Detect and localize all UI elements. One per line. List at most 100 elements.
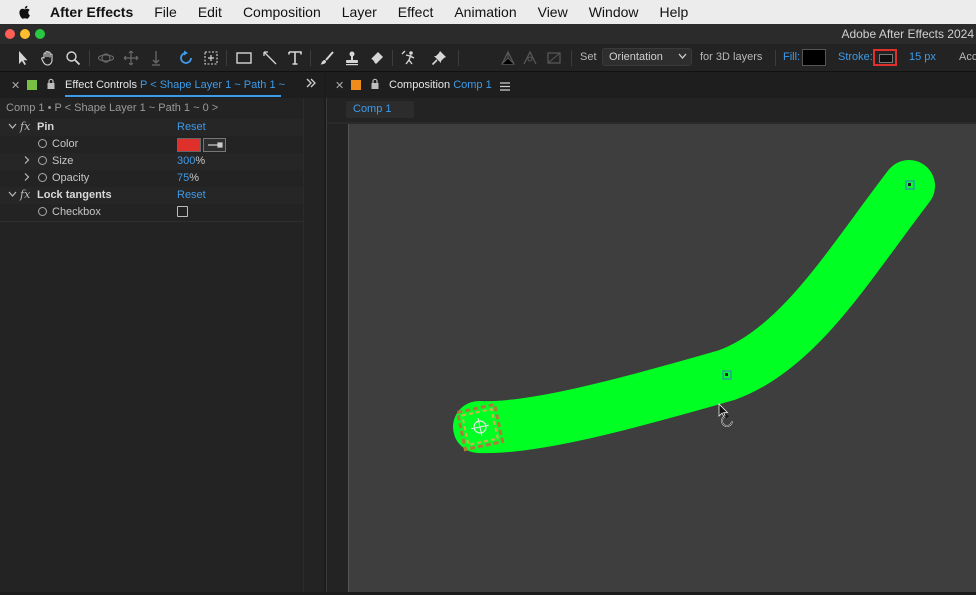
reset-link[interactable]: Reset bbox=[177, 189, 206, 201]
menu-effect[interactable]: Effect bbox=[398, 4, 434, 20]
menu-file[interactable]: File bbox=[154, 4, 177, 20]
lock-icon[interactable] bbox=[46, 78, 56, 93]
zoom-window-button[interactable] bbox=[35, 29, 45, 39]
puppet-pin-tool-icon[interactable] bbox=[428, 47, 450, 69]
fx-icon[interactable]: fx bbox=[20, 188, 30, 201]
hand-tool-icon[interactable] bbox=[37, 47, 59, 69]
panel-scroll-divider bbox=[303, 98, 304, 592]
puppet-overlap-tool-icon[interactable] bbox=[543, 47, 565, 69]
orientation-select[interactable]: Orientation bbox=[602, 48, 692, 66]
window-title: Adobe After Effects 2024 bbox=[841, 27, 974, 41]
checkbox-input[interactable] bbox=[177, 206, 188, 217]
composition-canvas[interactable] bbox=[349, 124, 976, 592]
menu-layer[interactable]: Layer bbox=[342, 4, 377, 20]
menu-view[interactable]: View bbox=[538, 4, 568, 20]
hamburger-menu-icon[interactable] bbox=[500, 80, 510, 94]
for-3d-layers-label: for 3D layers bbox=[700, 51, 763, 63]
chevron-down-icon[interactable] bbox=[8, 120, 17, 135]
set-label: Set bbox=[580, 51, 597, 63]
prop-row-size: Size 300% bbox=[0, 153, 303, 170]
effect-controls-panel: ✕ Effect Controls P < Shape Layer 1 ~ Pa… bbox=[0, 72, 324, 592]
panel-color-label-icon bbox=[27, 80, 37, 90]
fx-icon[interactable]: fx bbox=[20, 120, 30, 133]
zoom-tool-icon[interactable] bbox=[62, 47, 84, 69]
effect-row-lock-tangents[interactable]: fx Lock tangents Reset bbox=[0, 187, 303, 204]
prop-name: Color bbox=[52, 138, 79, 150]
rotation-tool-icon[interactable] bbox=[175, 47, 197, 69]
puppet-starch-tool-icon[interactable] bbox=[497, 47, 519, 69]
prop-name: Checkbox bbox=[52, 206, 101, 218]
type-tool-icon[interactable] bbox=[284, 47, 306, 69]
mac-menubar: After Effects File Edit Composition Laye… bbox=[0, 0, 976, 24]
apple-logo-icon[interactable] bbox=[18, 4, 36, 20]
effect-controls-tab[interactable]: Effect Controls P < Shape Layer 1 ~ Path… bbox=[65, 79, 285, 91]
comp-viewer-subtab[interactable]: Comp 1 bbox=[346, 101, 414, 118]
reset-link[interactable]: Reset bbox=[177, 121, 206, 133]
path-vertex-handle-dot bbox=[725, 373, 728, 376]
effect-controls-tab-target: P < Shape Layer 1 ~ Path 1 ~ bbox=[140, 79, 286, 91]
orientation-select-value: Orientation bbox=[609, 51, 663, 63]
shape-layer-stroke[interactable] bbox=[453, 160, 935, 454]
effect-name: Lock tangents bbox=[37, 189, 112, 201]
stroke-swatch[interactable] bbox=[873, 49, 897, 66]
window-titlebar: Adobe After Effects 2024 bbox=[0, 24, 976, 45]
composition-tab[interactable]: Composition Comp 1 bbox=[389, 79, 492, 91]
effect-row-pin[interactable]: fx Pin Reset bbox=[0, 119, 303, 136]
fill-label[interactable]: Fill: bbox=[783, 51, 800, 63]
toolbar-separator bbox=[571, 50, 572, 66]
stopwatch-icon[interactable] bbox=[38, 139, 47, 148]
opacity-value[interactable]: 75% bbox=[177, 172, 199, 184]
stroke-width-value[interactable]: 15 px bbox=[909, 51, 936, 63]
menu-help[interactable]: Help bbox=[660, 4, 689, 20]
rectangle-tool-icon[interactable] bbox=[233, 47, 255, 69]
lock-icon[interactable] bbox=[370, 78, 380, 93]
roto-brush-tool-icon[interactable] bbox=[398, 47, 420, 69]
stopwatch-icon[interactable] bbox=[38, 156, 47, 165]
close-tab-icon[interactable]: ✕ bbox=[11, 79, 20, 92]
puppet-bend-tool-icon[interactable] bbox=[519, 47, 541, 69]
size-value[interactable]: 300% bbox=[177, 155, 205, 167]
chevron-right-icon[interactable] bbox=[22, 171, 31, 186]
toolbar-separator bbox=[310, 50, 311, 66]
effect-name: Pin bbox=[37, 121, 55, 133]
close-tab-icon[interactable]: ✕ bbox=[335, 79, 344, 92]
menu-animation[interactable]: Animation bbox=[454, 4, 516, 20]
menu-app-name[interactable]: After Effects bbox=[50, 4, 133, 20]
chevron-down-icon[interactable] bbox=[8, 188, 17, 203]
close-window-button[interactable] bbox=[5, 29, 15, 39]
size-number[interactable]: 300 bbox=[177, 155, 195, 167]
pen-tool-icon[interactable] bbox=[259, 47, 281, 69]
fill-swatch[interactable] bbox=[802, 49, 826, 66]
tools-toolbar: Set Orientation for 3D layers Fill: Stro… bbox=[0, 44, 976, 72]
prop-name: Size bbox=[52, 155, 74, 167]
clone-stamp-tool-icon[interactable] bbox=[341, 47, 363, 69]
panel-overflow-icon[interactable] bbox=[305, 76, 317, 93]
menu-composition[interactable]: Composition bbox=[243, 4, 321, 20]
prop-row-color: Color bbox=[0, 136, 303, 153]
opacity-number[interactable]: 75 bbox=[177, 172, 189, 184]
effect-controls-tab-label: Effect Controls bbox=[65, 79, 137, 91]
toolbar-separator bbox=[775, 50, 776, 66]
stopwatch-icon[interactable] bbox=[38, 207, 47, 216]
color-swatch[interactable] bbox=[177, 138, 201, 152]
brush-tool-icon[interactable] bbox=[316, 47, 338, 69]
eyedropper-icon[interactable] bbox=[203, 138, 226, 152]
orbit-tool-icon[interactable] bbox=[95, 47, 117, 69]
composition-viewer[interactable] bbox=[348, 124, 976, 592]
pan-tool-icon[interactable] bbox=[120, 47, 142, 69]
menu-edit[interactable]: Edit bbox=[198, 4, 222, 20]
dolly-tool-icon[interactable] bbox=[145, 47, 167, 69]
menu-window[interactable]: Window bbox=[589, 4, 639, 20]
selection-tool-icon[interactable] bbox=[12, 47, 34, 69]
minimize-window-button[interactable] bbox=[20, 29, 30, 39]
eraser-tool-icon[interactable] bbox=[366, 47, 388, 69]
path-vertex-handle-dot bbox=[908, 183, 911, 186]
panel-color-label-icon bbox=[351, 80, 361, 90]
chevron-right-icon[interactable] bbox=[22, 154, 31, 169]
stopwatch-icon[interactable] bbox=[38, 173, 47, 182]
toolbar-separator bbox=[458, 50, 459, 66]
active-tab-underline bbox=[65, 95, 281, 97]
prop-name: Opacity bbox=[52, 172, 90, 184]
stroke-label[interactable]: Stroke: bbox=[838, 51, 873, 63]
pan-behind-tool-icon[interactable] bbox=[200, 47, 222, 69]
